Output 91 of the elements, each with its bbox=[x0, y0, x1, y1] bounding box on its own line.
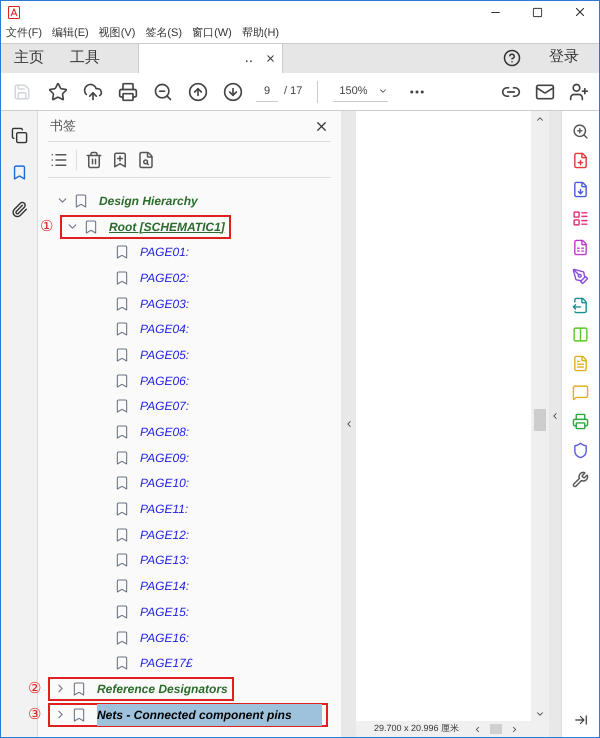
bookmark-icon bbox=[71, 680, 87, 697]
bookmark-item[interactable]: PAGE01: bbox=[140, 243, 190, 262]
bookmark-icon bbox=[114, 270, 130, 286]
bookmark-icon bbox=[114, 604, 130, 620]
bookmark-icon bbox=[114, 296, 130, 312]
file-plus-icon[interactable] bbox=[572, 152, 589, 169]
bookmark-item[interactable]: PAGE08: bbox=[140, 423, 190, 442]
page-number-field[interactable]: 9 bbox=[256, 80, 278, 102]
bookmark-icon bbox=[114, 655, 130, 672]
menu-item[interactable]: 视图(V) bbox=[98, 24, 136, 42]
tab[interactable]: .. bbox=[138, 44, 283, 73]
pages-icon[interactable] bbox=[10, 127, 28, 144]
bookmark-icon bbox=[73, 192, 89, 209]
form-icon[interactable] bbox=[572, 239, 589, 256]
menu-item[interactable]: 文件(F) bbox=[6, 24, 42, 42]
bookmark-icon bbox=[71, 706, 87, 723]
bookmark-icon bbox=[114, 526, 130, 543]
attachment-icon[interactable] bbox=[10, 201, 28, 218]
menu-item[interactable]: 窗口(W) bbox=[192, 24, 232, 42]
zoom-dropdown[interactable]: 150% bbox=[333, 80, 388, 102]
maximize-icon[interactable] bbox=[532, 6, 543, 18]
bookmark-item[interactable]: PAGE16: bbox=[140, 628, 190, 647]
file-export-icon[interactable] bbox=[572, 297, 589, 314]
bookmark-item[interactable]: PAGE09: bbox=[140, 448, 190, 467]
bookmark-item[interactable]: PAGE03: bbox=[140, 294, 190, 313]
bookmark-icon bbox=[114, 321, 130, 338]
annotation-number: ① bbox=[40, 219, 54, 234]
menu-item[interactable]: 签名(S) bbox=[145, 24, 182, 42]
bookmark-icon bbox=[114, 552, 130, 568]
star-icon[interactable] bbox=[48, 82, 68, 102]
bookmark-item[interactable]: PAGE11: bbox=[140, 500, 188, 518]
bookmark-icon bbox=[114, 398, 130, 414]
horizontal-scrollbar-thumb[interactable] bbox=[490, 724, 502, 734]
bookmark-item[interactable]: PAGE06: bbox=[140, 372, 190, 390]
zoom-in-icon[interactable] bbox=[572, 123, 589, 140]
sign-in-link[interactable]: 登录 bbox=[549, 46, 579, 68]
scrollbar-thumb[interactable] bbox=[534, 409, 546, 431]
bookmark-item[interactable]: PAGE14: bbox=[140, 577, 190, 596]
bookmark-item[interactable]: PAGE07: bbox=[140, 397, 190, 416]
print-icon[interactable] bbox=[118, 82, 138, 102]
panel-title: 书签 bbox=[50, 117, 76, 136]
layout-icon[interactable] bbox=[572, 210, 589, 227]
bookmark-item[interactable]: Nets - Connected component pins bbox=[97, 704, 322, 726]
next-page-icon[interactable] bbox=[223, 82, 243, 102]
bookmark-icon bbox=[114, 372, 130, 389]
cloud-upload-icon[interactable] bbox=[83, 82, 103, 102]
zoom-out-icon[interactable] bbox=[153, 82, 173, 102]
bookmark-icon bbox=[114, 450, 130, 466]
bookmark-icon bbox=[114, 424, 130, 440]
bookmark-icon bbox=[114, 346, 130, 363]
mail-icon[interactable] bbox=[535, 82, 555, 102]
close-icon[interactable] bbox=[573, 5, 587, 19]
menu-item[interactable]: 帮助(H) bbox=[242, 24, 280, 42]
menu-item[interactable]: 编辑(E) bbox=[52, 24, 89, 42]
bookmark-icon bbox=[114, 244, 130, 260]
bookmark-item[interactable]: PAGE10: bbox=[140, 474, 190, 492]
bookmark-icon bbox=[114, 501, 130, 518]
bookmark-item[interactable]: Reference Designators bbox=[97, 680, 228, 698]
shield-icon[interactable] bbox=[572, 442, 589, 459]
bookmark-icon bbox=[114, 475, 130, 492]
bookmark-item[interactable]: PAGE17£ bbox=[140, 654, 192, 672]
close-tab-icon[interactable] bbox=[265, 53, 276, 64]
bookmark-search-icon[interactable] bbox=[137, 150, 155, 168]
bookmark-item[interactable]: Root [SCHEMATIC1] bbox=[109, 218, 225, 236]
bookmark-item[interactable]: PAGE02: bbox=[140, 268, 190, 287]
bookmark-item[interactable]: PAGE04: bbox=[140, 320, 190, 338]
tab[interactable]: 工具 bbox=[57, 44, 113, 73]
expand-tools-icon[interactable] bbox=[574, 713, 588, 727]
scan-icon[interactable] bbox=[572, 413, 589, 430]
bookmark-icon bbox=[114, 630, 130, 646]
bookmark-item[interactable]: PAGE15: bbox=[140, 602, 190, 621]
delete-icon[interactable] bbox=[85, 150, 103, 168]
tab[interactable]: 主页 bbox=[1, 44, 57, 73]
bookmark-icon bbox=[114, 578, 130, 594]
wrench-icon[interactable] bbox=[572, 471, 589, 488]
bookmark-item[interactable]: PAGE05: bbox=[140, 346, 190, 364]
app-logo-icon bbox=[8, 6, 20, 18]
new-bookmark-icon[interactable] bbox=[111, 150, 129, 168]
bookmark-icon bbox=[83, 218, 99, 235]
page-count: / 17 bbox=[284, 84, 302, 100]
previous-page-icon[interactable] bbox=[188, 82, 208, 102]
help-icon[interactable] bbox=[503, 49, 521, 67]
add-user-icon[interactable] bbox=[569, 82, 589, 102]
pen-icon[interactable] bbox=[572, 268, 589, 285]
page-size-label: 29.700 x 20.996 厘米 bbox=[373, 722, 460, 736]
file-download-icon[interactable] bbox=[572, 181, 589, 198]
annotation-number: ② bbox=[28, 681, 42, 696]
bookmark-item[interactable]: Design Hierarchy bbox=[99, 192, 198, 210]
annotation-number: ③ bbox=[28, 707, 42, 722]
bookmark-item[interactable]: PAGE13: bbox=[140, 551, 190, 570]
bookmark-item[interactable]: PAGE12: bbox=[140, 526, 190, 544]
